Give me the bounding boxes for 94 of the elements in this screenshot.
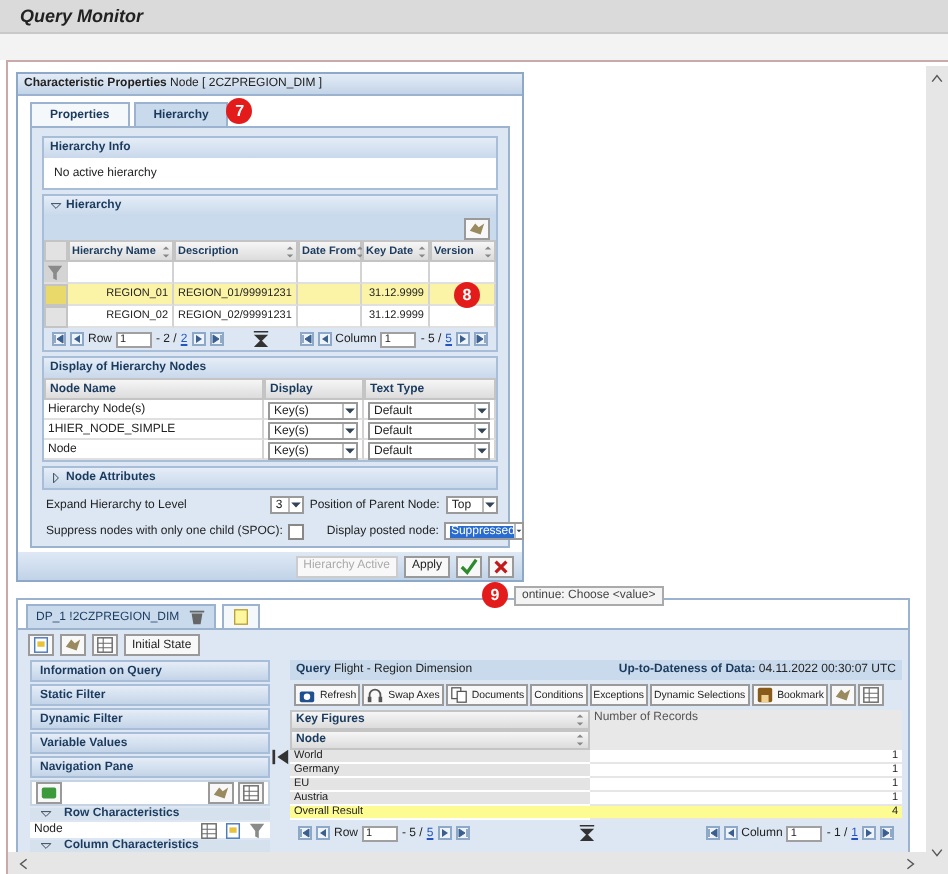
toolbar-button[interactable] bbox=[857, 684, 884, 706]
scroll-up-icon bbox=[930, 72, 944, 84]
caret-icon bbox=[474, 404, 488, 418]
square-icon bbox=[40, 784, 58, 802]
document-icon bbox=[32, 636, 50, 654]
copy-icon bbox=[449, 686, 468, 704]
first-page-button[interactable] bbox=[298, 826, 312, 840]
right-arrow-icon bbox=[864, 828, 875, 838]
caret-icon bbox=[474, 424, 488, 438]
last-page-button[interactable] bbox=[474, 332, 489, 346]
scroll-right-icon bbox=[904, 857, 918, 869]
last-page-icon bbox=[476, 334, 487, 344]
toolbar-button[interactable] bbox=[208, 782, 234, 804]
collapsed-icon bbox=[50, 472, 62, 484]
first-page-button[interactable] bbox=[705, 826, 720, 840]
toolbar-button[interactable] bbox=[36, 782, 62, 804]
close-button[interactable] bbox=[488, 555, 514, 577]
caret-icon bbox=[342, 444, 356, 458]
first-page-button[interactable] bbox=[299, 332, 314, 346]
left-arrow-icon bbox=[72, 334, 82, 344]
last-page-icon bbox=[211, 334, 222, 344]
toolbar-button[interactable] bbox=[28, 634, 54, 656]
collapse-icon bbox=[578, 824, 597, 842]
sort-icon bbox=[484, 245, 492, 257]
table-cell bbox=[298, 306, 362, 328]
toolbar-button[interactable] bbox=[92, 634, 118, 656]
check-icon bbox=[460, 557, 478, 575]
filter-icon bbox=[46, 263, 64, 281]
table-cell bbox=[298, 284, 362, 306]
left-arrow-icon bbox=[318, 828, 328, 838]
caret-icon bbox=[342, 424, 356, 438]
sort-icon bbox=[576, 714, 584, 726]
tab[interactable] bbox=[221, 604, 260, 628]
right-arrow-icon bbox=[458, 334, 469, 344]
first-page-icon bbox=[54, 334, 64, 344]
corner-cell bbox=[44, 240, 68, 262]
grid-icon bbox=[96, 636, 114, 654]
last-page-button[interactable] bbox=[880, 826, 895, 840]
next-page-button[interactable] bbox=[191, 332, 206, 346]
step-badge: 7 bbox=[226, 98, 253, 124]
trash-icon bbox=[187, 608, 206, 626]
close-icon bbox=[492, 557, 510, 575]
previous-page-button[interactable] bbox=[317, 332, 332, 346]
toolbar-button[interactable] bbox=[238, 782, 264, 804]
next-page-button[interactable] bbox=[456, 332, 471, 346]
last-page-button[interactable] bbox=[455, 826, 470, 840]
right-arrow-icon bbox=[193, 334, 204, 344]
save-icon bbox=[755, 686, 774, 704]
camera-icon bbox=[298, 686, 316, 704]
note-icon bbox=[231, 608, 250, 626]
step-badge: 9 bbox=[482, 582, 508, 608]
checkbox[interactable] bbox=[288, 523, 305, 539]
sort-icon bbox=[286, 245, 294, 257]
grid-icon bbox=[861, 686, 880, 704]
confirm-button[interactable] bbox=[456, 555, 482, 577]
expanded-icon bbox=[50, 200, 62, 212]
toolbar-button[interactable] bbox=[464, 217, 490, 239]
next-page-button[interactable] bbox=[437, 826, 452, 840]
toolbar-button[interactable] bbox=[829, 684, 856, 706]
collapse-icon bbox=[252, 330, 271, 348]
left-arrow-icon bbox=[319, 334, 330, 344]
sort-icon bbox=[576, 734, 584, 746]
expanded-icon bbox=[40, 808, 52, 820]
left-arrow-icon bbox=[725, 828, 736, 838]
right-arrow-icon bbox=[439, 828, 450, 838]
step-badge: 8 bbox=[454, 282, 480, 308]
last-page-button[interactable] bbox=[209, 332, 224, 346]
filter-button[interactable] bbox=[44, 262, 68, 284]
scroll-left-icon bbox=[16, 857, 30, 869]
caret-icon bbox=[342, 404, 356, 418]
headphones-icon bbox=[366, 686, 385, 704]
first-page-icon bbox=[707, 828, 718, 838]
sort-icon bbox=[418, 245, 426, 257]
collapse-pane-icon bbox=[271, 747, 289, 765]
vertical-scrollbar[interactable] bbox=[926, 66, 948, 874]
previous-page-button[interactable] bbox=[70, 332, 84, 346]
expanded-icon bbox=[40, 840, 52, 852]
previous-page-button[interactable] bbox=[723, 826, 738, 840]
caret-icon bbox=[287, 498, 302, 512]
previous-page-button[interactable] bbox=[316, 826, 330, 840]
horizontal-scrollbar[interactable] bbox=[8, 852, 926, 874]
caret-icon bbox=[482, 498, 496, 512]
window-title: Query Monitor bbox=[0, 0, 948, 34]
next-page-button[interactable] bbox=[862, 826, 877, 840]
caret-icon bbox=[514, 524, 523, 538]
first-page-icon bbox=[300, 828, 310, 838]
first-page-icon bbox=[301, 334, 312, 344]
first-page-button[interactable] bbox=[52, 332, 66, 346]
scroll-down-icon bbox=[930, 846, 944, 858]
caret-icon bbox=[474, 444, 488, 458]
last-page-icon bbox=[457, 828, 468, 838]
last-page-icon bbox=[882, 828, 893, 838]
toolbar-button[interactable] bbox=[60, 634, 86, 656]
sort-icon bbox=[162, 245, 170, 257]
